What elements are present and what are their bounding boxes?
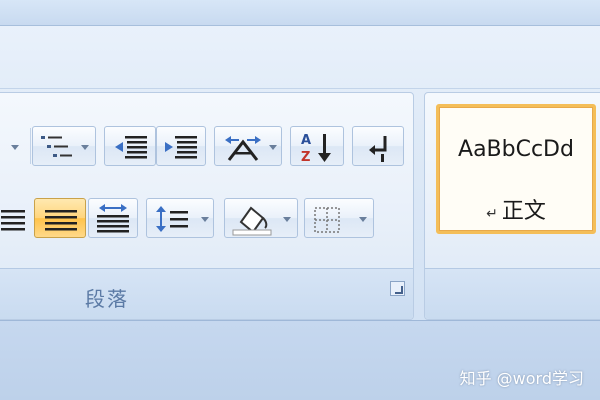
sort-button[interactable]: A Z — [290, 126, 344, 166]
separator — [30, 128, 31, 164]
chevron-down-icon — [201, 217, 209, 222]
show-hide-paragraph-marks-icon — [369, 136, 387, 162]
tab-bar — [0, 0, 600, 26]
watermark: 知乎 @word学习 — [459, 369, 584, 388]
borders-icon — [314, 207, 340, 233]
style-name-label: ↵ 正文 — [439, 193, 593, 225]
paragraph-mark-icon: ↵ — [486, 206, 498, 222]
chevron-down-icon — [81, 145, 89, 150]
sort-icon: A Z — [301, 133, 331, 165]
multilevel-list-icon — [41, 136, 72, 157]
document-area-top: 知乎 @word学习 — [0, 321, 600, 400]
line-spacing-button[interactable] — [146, 198, 214, 238]
paragraph-group-footer: 段落 — [0, 268, 413, 319]
increase-indent-icon — [165, 136, 197, 159]
dialog-launcher-icon[interactable] — [390, 281, 405, 296]
list-dropdown-button[interactable] — [0, 126, 28, 166]
text-direction-icon — [225, 136, 261, 161]
chevron-down-icon — [283, 217, 291, 222]
chevron-down-icon — [269, 145, 277, 150]
justify-icon — [45, 210, 77, 231]
svg-text:Z: Z — [301, 150, 310, 165]
distributed-icon — [97, 204, 129, 233]
style-name-text: 正文 — [501, 199, 546, 224]
align-right-icon — [1, 210, 25, 231]
style-normal-card[interactable]: AaBbCcDd ↵ 正文 — [436, 104, 596, 234]
chevron-down-icon — [359, 217, 367, 222]
text-direction-button[interactable] — [214, 126, 282, 166]
paragraph-group-title: 段落 — [85, 287, 129, 311]
styles-group-footer — [425, 268, 600, 319]
chevron-down-icon — [11, 145, 19, 150]
shading-icon — [232, 206, 272, 236]
decrease-indent-icon — [115, 136, 147, 159]
shading-button[interactable] — [224, 198, 298, 238]
borders-button[interactable] — [304, 198, 374, 238]
decrease-indent-button[interactable] — [104, 126, 156, 166]
align-right-button[interactable] — [0, 198, 32, 238]
distributed-button[interactable] — [88, 198, 138, 238]
increase-indent-button[interactable] — [156, 126, 206, 166]
multilevel-list-button[interactable] — [32, 126, 96, 166]
ribbon-divider — [0, 88, 600, 89]
svg-text:A: A — [301, 133, 311, 148]
style-preview-text: AaBbCcDd — [458, 137, 574, 162]
line-spacing-icon — [156, 206, 188, 232]
show-hide-marks-button[interactable] — [352, 126, 404, 166]
justify-button[interactable] — [34, 198, 86, 238]
